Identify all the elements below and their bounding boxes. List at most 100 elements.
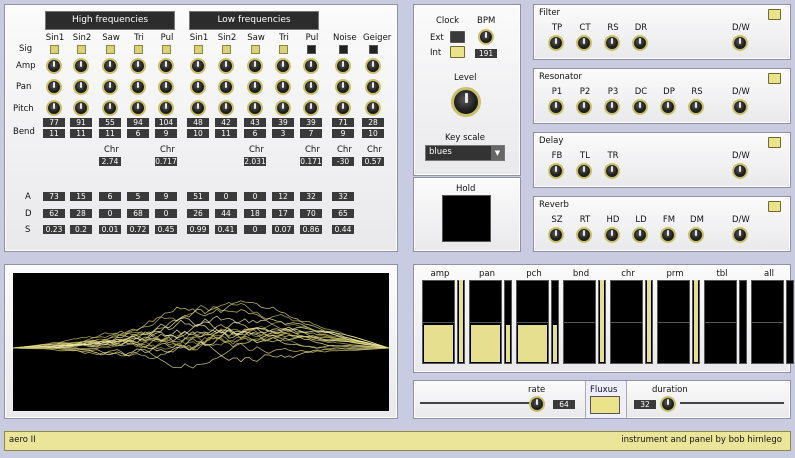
effect-knob[interactable] xyxy=(688,99,704,115)
chr-value[interactable]: -30 xyxy=(332,157,354,166)
pitch-value[interactable]: 28 xyxy=(362,118,384,127)
effect-enable-button[interactable] xyxy=(768,201,781,212)
sustain-value[interactable]: 0 xyxy=(244,225,266,234)
pan-knob[interactable] xyxy=(46,79,62,95)
attack-value[interactable]: 15 xyxy=(70,192,92,201)
rate-slider[interactable] xyxy=(420,402,532,404)
sustain-value[interactable]: 0.23 xyxy=(43,225,65,234)
bend-value[interactable]: 11 xyxy=(99,129,121,138)
amp-knob[interactable] xyxy=(335,58,351,74)
decay-value[interactable]: 28 xyxy=(70,209,92,218)
sequencer-side-strip[interactable] xyxy=(645,280,653,364)
bpm-knob[interactable] xyxy=(478,29,494,45)
bend-value[interactable]: 6 xyxy=(244,129,266,138)
sequencer-side-strip[interactable] xyxy=(598,280,606,364)
decay-value[interactable]: 65 xyxy=(332,209,354,218)
signal-toggle[interactable] xyxy=(134,45,143,54)
bend-value[interactable]: 6 xyxy=(127,129,149,138)
pitch-knob[interactable] xyxy=(365,100,381,116)
pan-knob[interactable] xyxy=(335,79,351,95)
pitch-value[interactable]: 42 xyxy=(215,118,237,127)
bend-value[interactable]: 3 xyxy=(272,129,294,138)
attack-value[interactable]: 6 xyxy=(99,192,121,201)
sustain-value[interactable]: 0.99 xyxy=(187,225,209,234)
effect-knob[interactable] xyxy=(632,99,648,115)
sequencer-grid[interactable] xyxy=(516,280,549,364)
duration-knob[interactable] xyxy=(660,396,676,412)
sequencer-side-strip[interactable] xyxy=(504,280,512,364)
sequencer-grid[interactable] xyxy=(704,280,737,364)
hold-pad[interactable] xyxy=(442,195,491,242)
effect-knob[interactable] xyxy=(632,35,648,51)
attack-value[interactable]: 51 xyxy=(187,192,209,201)
pitch-value[interactable]: 91 xyxy=(70,118,92,127)
signal-toggle[interactable] xyxy=(339,45,348,54)
sequencer-side-strip[interactable] xyxy=(551,280,559,364)
effect-knob[interactable] xyxy=(604,99,620,115)
pan-knob[interactable] xyxy=(190,79,206,95)
amp-knob[interactable] xyxy=(73,58,89,74)
sequencer-grid[interactable] xyxy=(422,280,455,364)
effect-knob[interactable] xyxy=(604,227,620,243)
pitch-knob[interactable] xyxy=(46,100,62,116)
pitch-knob[interactable] xyxy=(102,100,118,116)
dry-wet-knob[interactable] xyxy=(732,99,748,115)
effect-enable-button[interactable] xyxy=(768,73,781,84)
signal-toggle[interactable] xyxy=(50,45,59,54)
pan-knob[interactable] xyxy=(303,79,319,95)
decay-value[interactable]: 0 xyxy=(99,209,121,218)
pan-knob[interactable] xyxy=(275,79,291,95)
decay-value[interactable]: 26 xyxy=(187,209,209,218)
pitch-knob[interactable] xyxy=(247,100,263,116)
decay-value[interactable]: 62 xyxy=(43,209,65,218)
effect-knob[interactable] xyxy=(576,99,592,115)
dry-wet-knob[interactable] xyxy=(732,35,748,51)
bend-value[interactable]: 7 xyxy=(300,129,322,138)
sequencer-grid[interactable] xyxy=(469,280,502,364)
attack-value[interactable]: 9 xyxy=(155,192,177,201)
rate-value[interactable]: 64 xyxy=(553,400,575,409)
pitch-value[interactable]: 94 xyxy=(127,118,149,127)
bend-value[interactable]: 10 xyxy=(187,129,209,138)
pitch-value[interactable]: 43 xyxy=(244,118,266,127)
sustain-value[interactable]: 0.72 xyxy=(127,225,149,234)
pan-knob[interactable] xyxy=(247,79,263,95)
pan-knob[interactable] xyxy=(73,79,89,95)
fluxus-button[interactable] xyxy=(590,396,620,414)
pan-knob[interactable] xyxy=(130,79,146,95)
decay-value[interactable]: 0 xyxy=(155,209,177,218)
signal-toggle[interactable] xyxy=(194,45,203,54)
signal-toggle[interactable] xyxy=(279,45,288,54)
pitch-value[interactable]: 39 xyxy=(272,118,294,127)
sustain-value[interactable]: 0.2 xyxy=(70,225,92,234)
pitch-knob[interactable] xyxy=(303,100,319,116)
pitch-value[interactable]: 77 xyxy=(43,118,65,127)
amp-knob[interactable] xyxy=(365,58,381,74)
bend-value[interactable]: 9 xyxy=(155,129,177,138)
int-button[interactable] xyxy=(450,46,465,58)
pan-knob[interactable] xyxy=(158,79,174,95)
level-knob[interactable] xyxy=(451,87,481,117)
effect-knob[interactable] xyxy=(576,227,592,243)
sequencer-side-strip[interactable] xyxy=(457,280,465,364)
pitch-value[interactable]: 48 xyxy=(187,118,209,127)
pitch-knob[interactable] xyxy=(130,100,146,116)
decay-value[interactable]: 18 xyxy=(244,209,266,218)
sequencer-grid[interactable] xyxy=(657,280,690,364)
effect-knob[interactable] xyxy=(576,35,592,51)
bend-value[interactable]: 11 xyxy=(43,129,65,138)
attack-value[interactable]: 32 xyxy=(300,192,322,201)
effect-knob[interactable] xyxy=(576,163,592,179)
amp-knob[interactable] xyxy=(190,58,206,74)
effect-knob[interactable] xyxy=(660,227,676,243)
sustain-value[interactable]: 0.01 xyxy=(99,225,121,234)
signal-toggle[interactable] xyxy=(222,45,231,54)
decay-value[interactable]: 68 xyxy=(127,209,149,218)
effect-enable-button[interactable] xyxy=(768,137,781,148)
signal-toggle[interactable] xyxy=(162,45,171,54)
effect-knob[interactable] xyxy=(604,163,620,179)
pan-knob[interactable] xyxy=(102,79,118,95)
chr-value[interactable]: 0.171 xyxy=(300,157,322,166)
pitch-knob[interactable] xyxy=(275,100,291,116)
bend-value[interactable]: 11 xyxy=(215,129,237,138)
